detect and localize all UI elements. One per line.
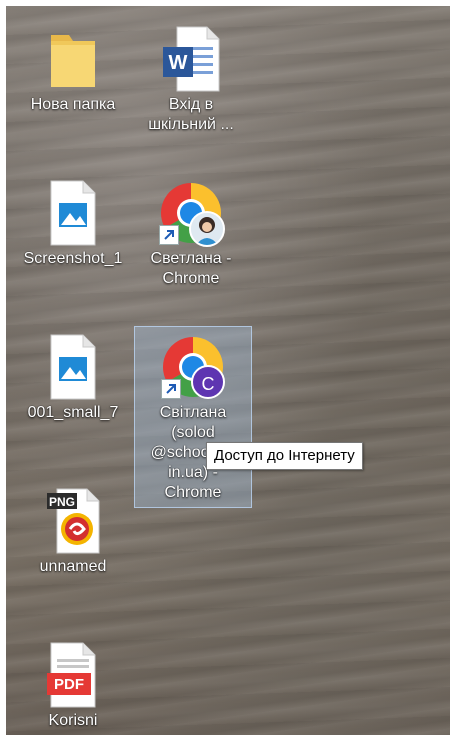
chrome-profile-icon <box>155 177 227 249</box>
desktop-icon-label: Screenshot_1 <box>23 250 123 267</box>
image-file-icon <box>37 177 109 249</box>
pdf-file-icon: PDF <box>37 639 109 711</box>
png-file-icon: PNG <box>37 485 109 557</box>
profile-avatar-icon <box>189 211 225 247</box>
desktop-icon-new-folder[interactable]: Нова папка <box>14 22 132 116</box>
image-file-icon <box>37 331 109 403</box>
folder-icon <box>37 23 109 95</box>
desktop-icon-label: 001_small_7 <box>27 404 119 421</box>
desktop[interactable]: Нова папка W Вхід в шкільний ... Screens… <box>6 6 450 735</box>
word-badge-letter: W <box>169 52 188 74</box>
shortcut-arrow-icon <box>159 225 179 245</box>
desktop-icon-screenshot[interactable]: Screenshot_1 <box>14 176 132 270</box>
desktop-icon-label: Светлана - Chrome <box>150 250 232 287</box>
desktop-icon-korisni-pdf[interactable]: PDF Korisni <box>14 638 132 732</box>
chrome-profile-icon: C <box>157 331 229 403</box>
desktop-icon-chrome-svitlana[interactable]: C Світлана (solod @school54.in.ua) - Chr… <box>134 326 252 508</box>
pdf-badge-text: PDF <box>54 676 84 693</box>
desktop-icon-unnamed-png[interactable]: PNG unnamed <box>14 484 132 578</box>
profile-initial-badge: C <box>191 365 225 399</box>
desktop-icon-word-doc[interactable]: W Вхід в шкільний ... <box>132 22 250 136</box>
desktop-icon-label: Вхід в шкільний ... <box>148 96 234 133</box>
png-badge-text: PNG <box>49 495 75 509</box>
desktop-icon-chrome-svetlana[interactable]: Светлана - Chrome <box>132 176 250 290</box>
tooltip: Доступ до Інтернету <box>206 442 363 470</box>
desktop-icon-label: Нова папка <box>30 96 116 113</box>
shortcut-arrow-icon <box>161 379 181 399</box>
desktop-icon-image-001[interactable]: 001_small_7 <box>14 330 132 424</box>
word-document-icon: W <box>155 23 227 95</box>
desktop-icon-label: unnamed <box>39 558 107 575</box>
desktop-icon-label: Korisni <box>48 712 98 729</box>
